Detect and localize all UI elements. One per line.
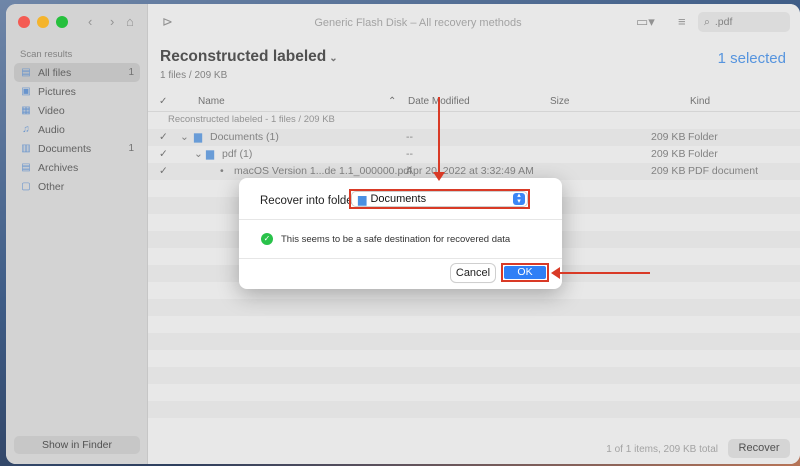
safe-destination-message: ✓ This seems to be a safe destination fo…: [261, 233, 510, 245]
recover-into-label: Recover into folder: [260, 195, 357, 207]
ok-button[interactable]: OK: [504, 266, 546, 279]
divider: [239, 258, 562, 259]
checkmark-icon: ✓: [261, 233, 273, 245]
recover-dialog: Recover into folder ▆ Documents ▴ ▾ ✓ Thi…: [239, 178, 562, 289]
folder-icon: ▆: [358, 193, 367, 206]
annotation-arrow-left: [558, 272, 650, 274]
annotation-arrow-down: [438, 97, 440, 176]
annotation-highlight-ok: OK: [501, 263, 549, 282]
annotation-arrowhead-down: [433, 172, 445, 181]
folder-select-value: Documents: [370, 193, 427, 205]
message-text: This seems to be a safe destination for …: [281, 233, 511, 245]
cancel-button[interactable]: Cancel: [451, 264, 495, 282]
annotation-highlight-folder: ▆ Documents ▴ ▾: [349, 189, 530, 209]
folder-select[interactable]: ▆ Documents ▴ ▾: [352, 192, 527, 206]
annotation-arrowhead-left: [551, 267, 560, 279]
select-stepper-icon: ▴ ▾: [513, 192, 525, 205]
divider: [239, 219, 562, 220]
